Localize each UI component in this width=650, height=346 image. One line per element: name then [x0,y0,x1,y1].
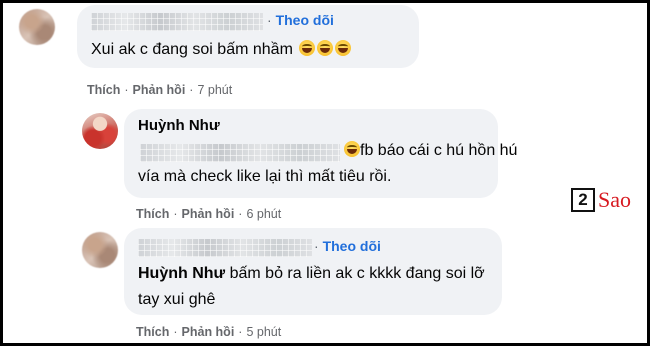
comment-actions: Thích · Phản hồi · 5 phút [136,325,281,339]
author-name[interactable]: Huỳnh Như [138,117,220,134]
watermark-number: 2 [571,188,595,212]
comment-actions: Thích · Phản hồi · 6 phút [136,207,281,221]
comment-text: Xui ak c đang soi bấm nhầm [91,37,352,63]
timestamp[interactable]: 7 phút [197,83,232,97]
reply-text: Huỳnh Như bấm bỏ ra liền ak c kkkk đang … [138,265,485,308]
timestamp[interactable]: 5 phút [246,325,281,339]
follow-button[interactable]: · Theo dõi [267,12,334,28]
comment-bubble: · Theo dõi Xui ak c đang soi bấm nhầm [77,5,419,68]
reply-text: fb báo cái c hú hồn hú vía mà check like… [138,141,518,185]
blurred-username[interactable] [91,13,263,31]
mention-link[interactable]: Huỳnh Như [138,265,225,282]
dot-separator: · [189,83,194,97]
laughing-emoji-icon [335,40,352,56]
dot-separator: · [238,207,243,221]
timestamp[interactable]: 6 phút [246,207,281,221]
comment-thread: · Theo dõi Xui ak c đang soi bấm nhầm Th… [3,3,647,343]
follow-label[interactable]: Theo dõi [323,238,381,254]
like-link[interactable]: Thích [136,325,169,339]
reply-bubble: Huỳnh Như fb báo cái c hú hồn hú vía mà … [124,109,518,198]
dot-separator: · [173,325,178,339]
watermark-logo: 2 Sao [571,187,631,213]
like-link[interactable]: Thích [136,207,169,221]
dot-separator: · [173,207,178,221]
reply-link[interactable]: Phản hồi [182,325,235,339]
blurred-username[interactable] [138,239,312,257]
author-avatar[interactable] [82,113,118,149]
dot-separator: · [314,238,319,254]
commenter-avatar[interactable] [19,9,55,45]
comment-actions: Thích · Phản hồi · 7 phút [87,83,232,97]
reply-link[interactable]: Phản hồi [182,207,235,221]
follow-label[interactable]: Theo dõi [276,12,334,28]
reply-link[interactable]: Phản hồi [133,83,186,97]
reply-bubble: · Theo dõi Huỳnh Như bấm bỏ ra liền ak c… [124,228,502,315]
like-link[interactable]: Thích [87,83,120,97]
commenter-avatar[interactable] [82,232,118,268]
rofl-emoji-icon [344,141,360,157]
dot-separator: · [124,83,129,97]
laughing-emoji-icon [299,40,316,56]
dot-separator: · [238,325,243,339]
dot-separator: · [267,12,272,28]
watermark-word: Sao [598,187,631,212]
follow-button[interactable]: · Theo dõi [314,238,381,254]
laughing-emoji-icon [317,40,334,56]
